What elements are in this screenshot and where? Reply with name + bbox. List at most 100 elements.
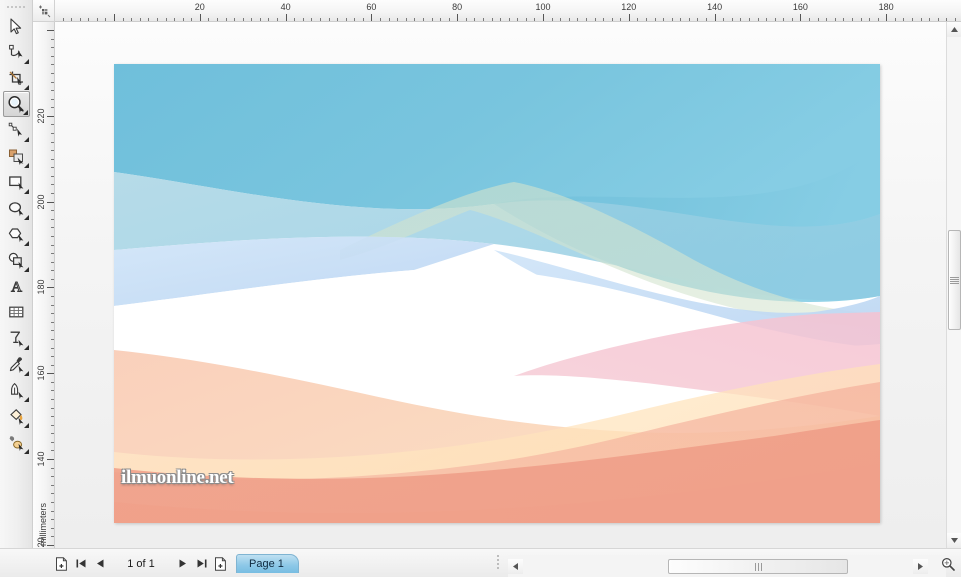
ruler-tick-label: 140 xyxy=(36,451,46,467)
parallel-dimension-tool[interactable] xyxy=(3,325,30,351)
toolbox-drag-grip[interactable] xyxy=(5,3,27,11)
zoom-tool-flyout-arrow[interactable] xyxy=(22,110,28,115)
ruler-minor-tick xyxy=(51,441,54,443)
previous-page-button[interactable] xyxy=(90,554,109,573)
fill-tool-flyout-arrow[interactable] xyxy=(23,423,29,428)
smart-fill-icon xyxy=(8,149,23,165)
eyedropper-tool[interactable] xyxy=(3,351,30,377)
polygon-tool-flyout-arrow[interactable] xyxy=(23,241,29,246)
interactive-fill-tool-flyout-arrow[interactable] xyxy=(23,449,29,454)
ruler-major-tick xyxy=(800,14,802,21)
ruler-minor-tick xyxy=(851,18,853,21)
ruler-tick-label: 180 xyxy=(36,279,46,295)
basic-shapes-tool[interactable] xyxy=(3,247,30,273)
first-page-icon xyxy=(76,559,85,568)
ruler-minor-tick xyxy=(51,107,54,109)
freehand-tool[interactable] xyxy=(3,117,30,143)
horizontal-scrollbar[interactable] xyxy=(508,555,946,577)
ruler-minor-tick xyxy=(122,18,124,21)
outline-tool-flyout-arrow[interactable] xyxy=(23,397,29,402)
vertical-scrollbar[interactable] xyxy=(946,22,961,548)
ruler-major-tick xyxy=(457,14,459,21)
scroll-right-button[interactable] xyxy=(913,559,928,574)
ruler-minor-tick xyxy=(525,18,527,21)
freehand-tool-flyout-arrow[interactable] xyxy=(23,137,29,142)
ruler-minor-tick xyxy=(51,253,54,255)
ruler-minor-tick xyxy=(809,18,810,21)
page-count-label: 1 of 1 xyxy=(127,557,155,570)
first-page-button[interactable] xyxy=(71,554,90,573)
shape-node-icon xyxy=(8,44,22,58)
crop-icon xyxy=(9,71,23,85)
rectangle-icon xyxy=(8,175,23,190)
last-page-button[interactable] xyxy=(192,554,211,573)
shape-tool-flyout-arrow[interactable] xyxy=(23,59,29,64)
ruler-minor-tick xyxy=(51,398,54,400)
triangle-up-icon xyxy=(951,27,958,32)
ruler-origin-button[interactable] xyxy=(33,0,55,22)
ruler-minor-tick xyxy=(929,18,931,21)
table-tool[interactable] xyxy=(3,299,30,325)
smart-fill-tool-flyout-arrow[interactable] xyxy=(23,163,29,168)
artboard-page[interactable]: ilmuonline.net xyxy=(114,64,880,523)
polygon-tool[interactable] xyxy=(3,221,30,247)
horizontal-scrollbar-thumb[interactable] xyxy=(668,559,848,574)
ruler-minor-tick xyxy=(51,510,54,512)
scroll-down-button[interactable] xyxy=(947,533,961,548)
ellipse-tool[interactable] xyxy=(3,195,30,221)
ruler-minor-tick xyxy=(51,450,54,452)
ruler-minor-tick xyxy=(508,18,510,21)
rectangle-tool-flyout-arrow[interactable] xyxy=(23,189,29,194)
scroll-left-button[interactable] xyxy=(508,559,523,574)
ruler-tick-label: 40 xyxy=(280,2,291,12)
page-plus-icon xyxy=(215,556,226,571)
ruler-minor-tick xyxy=(51,124,54,126)
ruler-tick-label: 220 xyxy=(36,108,46,124)
ruler-minor-tick xyxy=(774,18,776,21)
scrollbar-thumb-grip xyxy=(754,558,763,576)
crop-tool[interactable] xyxy=(3,65,30,91)
ruler-major-tick xyxy=(886,14,888,21)
ruler-minor-tick xyxy=(877,18,879,21)
horizontal-ruler[interactable]: 20406080100120140160180200 millimeters xyxy=(55,0,961,22)
ruler-minor-tick xyxy=(259,18,261,21)
drawing-canvas[interactable]: ilmuonline.net xyxy=(55,22,946,548)
ruler-tick-label: 160 xyxy=(792,2,808,12)
scroll-up-button[interactable] xyxy=(947,22,961,37)
fill-tool[interactable] xyxy=(3,403,30,429)
vertical-scrollbar-thumb[interactable] xyxy=(948,230,961,330)
zoom-tool[interactable] xyxy=(2,91,30,117)
zoom-magnifier-icon xyxy=(941,557,955,571)
next-page-button[interactable] xyxy=(173,554,192,573)
ruler-minor-tick xyxy=(51,338,54,340)
smart-fill-tool[interactable] xyxy=(3,143,30,169)
pen-nib-icon xyxy=(10,382,23,399)
ruler-minor-tick xyxy=(474,18,476,21)
statusbar-splitter-grip[interactable] xyxy=(497,555,499,569)
ruler-minor-tick xyxy=(51,133,54,134)
zoom-status-button[interactable] xyxy=(938,554,957,573)
crop-tool-flyout-arrow[interactable] xyxy=(23,85,29,90)
interactive-fill-tool[interactable] xyxy=(3,429,30,455)
add-page-before-button[interactable] xyxy=(52,554,71,573)
outline-tool[interactable] xyxy=(3,377,30,403)
eyedropper-tool-flyout-arrow[interactable] xyxy=(23,371,29,376)
ruler-minor-tick xyxy=(646,18,647,21)
page-tab-page-1[interactable]: Page 1 xyxy=(236,554,299,573)
ruler-minor-tick xyxy=(51,278,54,280)
text-tool[interactable]: A xyxy=(3,273,30,299)
ruler-minor-tick xyxy=(911,18,913,21)
vertical-ruler[interactable]: 220 200 180 160 140 120 millimeters xyxy=(33,22,55,548)
add-page-after-button[interactable] xyxy=(211,554,230,573)
shape-tool[interactable] xyxy=(3,39,30,65)
basic-shapes-tool-flyout-arrow[interactable] xyxy=(23,267,29,272)
ruler-minor-tick xyxy=(51,347,54,349)
ruler-major-tick xyxy=(285,14,287,21)
eyedropper-icon xyxy=(9,356,23,373)
ruler-minor-tick xyxy=(234,18,236,21)
pick-tool[interactable] xyxy=(3,13,30,39)
ellipse-tool-flyout-arrow[interactable] xyxy=(23,215,29,220)
rectangle-tool[interactable] xyxy=(3,169,30,195)
parallel-dimension-tool-flyout-arrow[interactable] xyxy=(23,345,29,350)
ruler-minor-tick xyxy=(277,18,278,21)
